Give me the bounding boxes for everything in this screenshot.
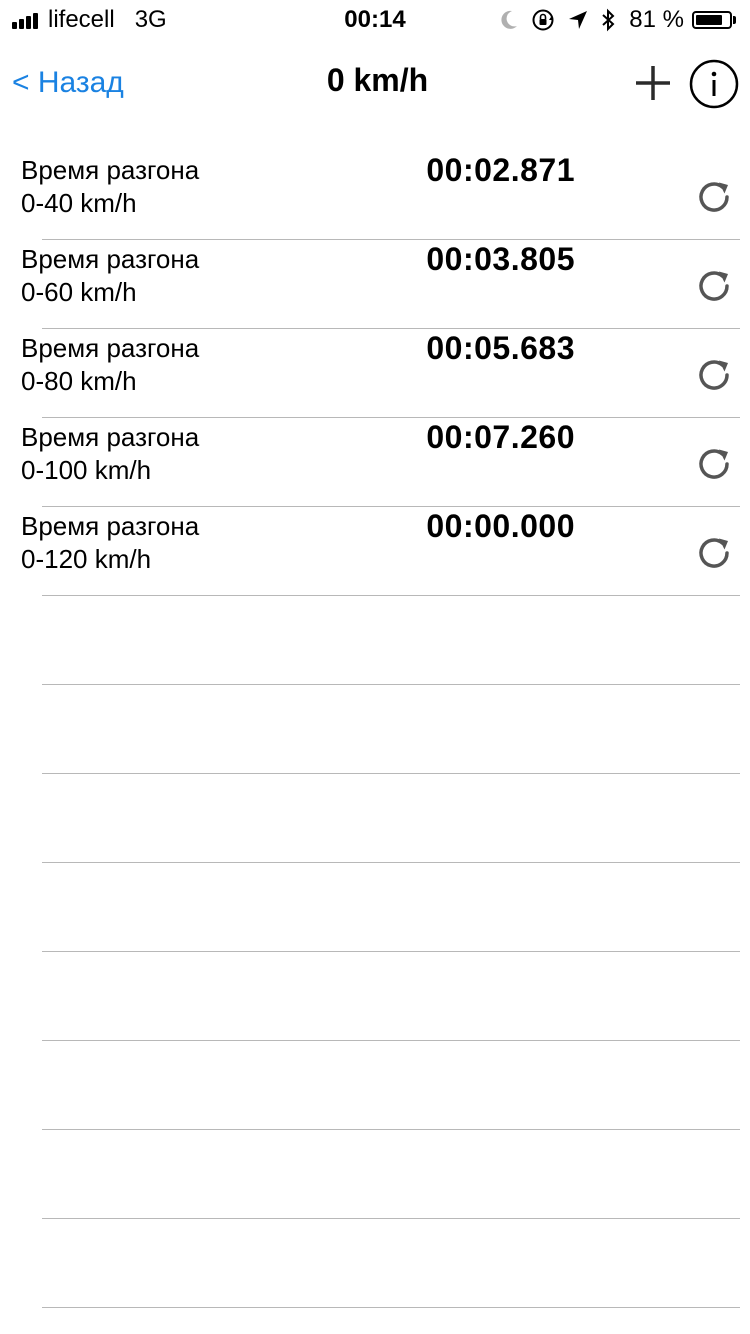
- refresh-icon: [699, 538, 729, 568]
- reset-button[interactable]: [694, 266, 734, 306]
- row-label: Время разгона 0-120 km/h: [21, 510, 199, 576]
- plus-icon: [636, 66, 670, 100]
- reset-button[interactable]: [694, 177, 734, 217]
- row-label-title: Время разгона: [21, 333, 200, 363]
- reset-button[interactable]: [694, 355, 734, 395]
- empty-table-row: [0, 1219, 750, 1308]
- battery-tip: [733, 16, 736, 24]
- empty-table-row: [0, 685, 750, 774]
- info-icon: [689, 59, 739, 109]
- status-bar-right: 81 %: [487, 6, 736, 34]
- row-label-range: 0-100 km/h: [21, 455, 152, 485]
- battery-icon: [692, 11, 732, 29]
- refresh-icon: [699, 182, 729, 212]
- bluetooth-icon: [601, 8, 615, 32]
- location-arrow-icon: [567, 9, 589, 31]
- row-label-title: Время разгона: [21, 155, 200, 185]
- table-row: Время разгона 0-60 km/h 00:03.805: [0, 240, 750, 329]
- table-row: Время разгона 0-40 km/h 00:02.871: [0, 151, 750, 240]
- table-row: Время разгона 0-100 km/h 00:07.260: [0, 418, 750, 507]
- acceleration-time: 00:07.260: [426, 419, 575, 455]
- moon-icon: [499, 9, 519, 31]
- refresh-icon: [699, 271, 729, 301]
- row-label-title: Время разгона: [21, 422, 200, 452]
- battery-percent: 81 %: [629, 6, 684, 33]
- row-label: Время разгона 0-80 km/h: [21, 332, 199, 398]
- rotation-lock-icon: [531, 8, 555, 32]
- empty-table-row: [0, 863, 750, 952]
- row-separator: [42, 1307, 740, 1308]
- empty-table-row: [0, 952, 750, 1041]
- row-label: Время разгона 0-40 km/h: [21, 154, 199, 220]
- table-row: Время разгона 0-80 km/h 00:05.683: [0, 329, 750, 418]
- row-label-range: 0-60 km/h: [21, 277, 137, 307]
- add-button[interactable]: [632, 62, 674, 104]
- refresh-icon: [699, 360, 729, 390]
- refresh-icon: [699, 449, 729, 479]
- row-label-title: Время разгона: [21, 244, 200, 274]
- table-row: Время разгона 0-120 km/h 00:00.000: [0, 507, 750, 596]
- acceleration-time: 00:02.871: [426, 152, 575, 188]
- reset-button[interactable]: [694, 444, 734, 484]
- reset-button[interactable]: [694, 533, 734, 573]
- empty-table-row: [0, 1041, 750, 1130]
- row-label: Время разгона 0-60 km/h: [21, 243, 199, 309]
- row-label-range: 0-40 km/h: [21, 188, 137, 218]
- row-label-title: Время разгона: [21, 511, 200, 541]
- info-button[interactable]: [689, 59, 739, 109]
- navigation-bar: < Назад 0 km/h: [0, 40, 750, 128]
- acceleration-times-table: Время разгона 0-40 km/h 00:02.871 Время …: [0, 151, 750, 1308]
- row-label-range: 0-120 km/h: [21, 544, 152, 574]
- status-bar: lifecell 3G 00:14 81 %: [0, 0, 750, 40]
- acceleration-time: 00:03.805: [426, 241, 575, 277]
- empty-table-row: [0, 596, 750, 685]
- acceleration-time: 00:00.000: [426, 508, 575, 544]
- battery-level-fill: [696, 15, 722, 25]
- empty-table-row: [0, 1130, 750, 1219]
- empty-table-row: [0, 774, 750, 863]
- acceleration-time: 00:05.683: [426, 330, 575, 366]
- row-label-range: 0-80 km/h: [21, 366, 137, 396]
- row-label: Время разгона 0-100 km/h: [21, 421, 199, 487]
